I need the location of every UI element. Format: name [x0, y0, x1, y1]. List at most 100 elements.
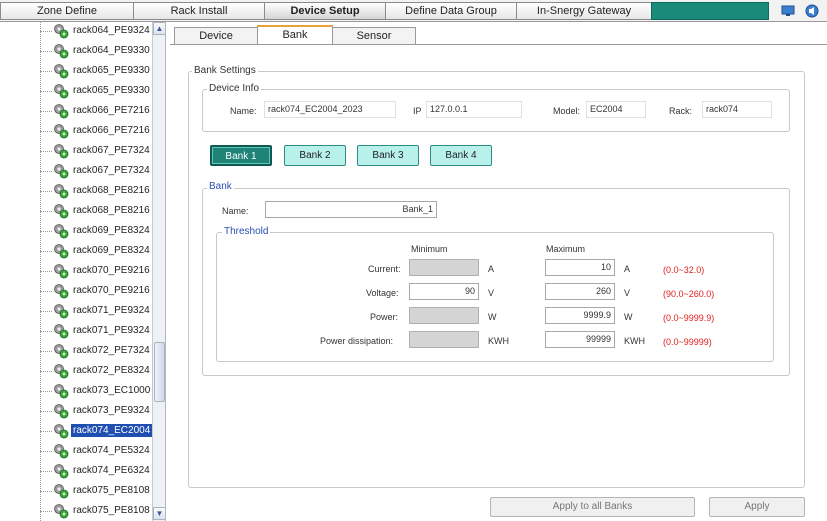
tree-item-20[interactable]: rack074_EC2004 — [40, 422, 153, 440]
tree-branch-line — [40, 471, 52, 472]
tree-item-14[interactable]: rack071_PE9324 — [40, 302, 152, 320]
tree-branch-line — [40, 351, 52, 352]
model-label: Model: — [553, 106, 581, 116]
tree-item-17[interactable]: rack072_PE8324 — [40, 362, 152, 380]
tree-item-1[interactable]: rack064_PE9330 — [40, 42, 152, 60]
voltage-label: Voltage: — [366, 288, 399, 298]
device-gear-icon — [54, 264, 69, 279]
power-label: Power: — [370, 312, 399, 322]
tree-branch-line — [40, 371, 52, 372]
tab-device[interactable]: Device — [174, 27, 258, 44]
device-gear-icon — [54, 224, 69, 239]
apply-button[interactable]: Apply — [709, 497, 805, 517]
voltage-min-input[interactable]: 90 — [409, 283, 479, 300]
rack-field: rack074 — [702, 101, 772, 118]
power-dissipation-max-unit: KWH — [624, 336, 645, 346]
tree-branch-line — [40, 71, 52, 72]
tree-item-label: rack066_PE7216 — [73, 125, 150, 136]
tree-branch-line — [40, 251, 52, 252]
tree-scrollbar[interactable]: ▲ ▼ — [152, 22, 165, 521]
tree-branch-line — [40, 51, 52, 52]
monitor-icon[interactable] — [781, 4, 795, 18]
tree-branch-line — [40, 171, 52, 172]
top-menu-bar: Zone Define Rack Install Device Setup De… — [0, 0, 827, 22]
tree-item-13[interactable]: rack070_PE9216 — [40, 282, 152, 300]
tree-branch-line — [40, 391, 52, 392]
power-dissipation-max-input[interactable]: 99999 — [545, 331, 615, 348]
current-range: (0.0~32.0) — [663, 265, 705, 275]
tree-item-18[interactable]: rack073_EC1000 — [40, 382, 152, 400]
tree-branch-line — [40, 451, 52, 452]
menu-rack-install[interactable]: Rack Install — [133, 2, 265, 20]
tree-item-7[interactable]: rack067_PE7324 — [40, 162, 152, 180]
device-gear-icon — [54, 44, 69, 59]
device-info-title: Device Info — [207, 83, 262, 94]
tree-item-16[interactable]: rack072_PE7324 — [40, 342, 152, 360]
tree-item-label: rack075_PE8108 — [73, 505, 150, 516]
bank-1-button[interactable]: Bank 1 — [210, 145, 272, 166]
device-gear-icon — [54, 144, 69, 159]
tree-item-8[interactable]: rack068_PE8216 — [40, 182, 152, 200]
power-min-input — [409, 307, 479, 324]
tree-item-label: rack069_PE8324 — [73, 225, 150, 236]
current-label: Current: — [368, 264, 401, 274]
voltage-max-input[interactable]: 260 — [545, 283, 615, 300]
device-gear-icon — [54, 84, 69, 99]
tree-item-9[interactable]: rack068_PE8216 — [40, 202, 152, 220]
tree-item-label: rack074_EC2004 — [71, 424, 153, 437]
tree-item-11[interactable]: rack069_PE8324 — [40, 242, 152, 260]
tree-item-label: rack072_PE7324 — [73, 345, 150, 356]
tree-item-0[interactable]: rack064_PE9324 — [40, 22, 152, 40]
device-gear-icon — [54, 104, 69, 119]
device-gear-icon — [54, 164, 69, 179]
tree-item-12[interactable]: rack070_PE9216 — [40, 262, 152, 280]
tree-item-label: rack074_PE5324 — [73, 445, 150, 456]
tree-branch-line — [40, 291, 52, 292]
tree-item-label: rack066_PE7216 — [73, 105, 150, 116]
tree-item-2[interactable]: rack065_PE9330 — [40, 62, 152, 80]
bank-3-button[interactable]: Bank 3 — [357, 145, 419, 166]
menu-in-snergy-gateway[interactable]: In-Snergy Gateway — [516, 2, 652, 20]
tree-item-19[interactable]: rack073_PE9324 — [40, 402, 152, 420]
threshold-title: Threshold — [222, 226, 271, 237]
tree-item-23[interactable]: rack075_PE8108 — [40, 482, 152, 500]
power-max-input[interactable]: 9999.9 — [545, 307, 615, 324]
device-gear-icon — [54, 484, 69, 499]
tab-sensor[interactable]: Sensor — [332, 27, 416, 44]
tree-item-24[interactable]: rack075_PE8108 — [40, 502, 152, 520]
bank-4-button[interactable]: Bank 4 — [430, 145, 492, 166]
scroll-up-icon[interactable]: ▲ — [153, 22, 165, 35]
tree-item-4[interactable]: rack066_PE7216 — [40, 102, 152, 120]
tree-item-15[interactable]: rack071_PE9324 — [40, 322, 152, 340]
power-max-unit: W — [624, 312, 633, 322]
tree-item-22[interactable]: rack074_PE6324 — [40, 462, 152, 480]
tree-branch-line — [40, 431, 52, 432]
device-gear-icon — [54, 244, 69, 259]
menu-zone-define[interactable]: Zone Define — [0, 2, 134, 20]
tree-branch-line — [40, 111, 52, 112]
bank-2-button[interactable]: Bank 2 — [284, 145, 346, 166]
tree-item-label: rack064_PE9324 — [73, 25, 150, 36]
tab-bank[interactable]: Bank — [257, 25, 333, 44]
tree-item-3[interactable]: rack065_PE9330 — [40, 82, 152, 100]
tree-item-10[interactable]: rack069_PE8324 — [40, 222, 152, 240]
sound-icon[interactable] — [805, 4, 819, 18]
current-max-input[interactable]: 10 — [545, 259, 615, 276]
tree-item-6[interactable]: rack067_PE7324 — [40, 142, 152, 160]
device-gear-icon — [54, 384, 69, 399]
tree-item-label: rack074_PE6324 — [73, 465, 150, 476]
apply-to-all-banks-button[interactable]: Apply to all Banks — [490, 497, 695, 517]
tree-item-21[interactable]: rack074_PE5324 — [40, 442, 152, 460]
tree-item-label: rack070_PE9216 — [73, 265, 150, 276]
device-gear-icon — [54, 504, 69, 519]
power-range: (0.0~9999.9) — [663, 313, 715, 323]
bank-group-title: Bank — [207, 181, 234, 192]
tree-item-5[interactable]: rack066_PE7216 — [40, 122, 152, 140]
menu-device-setup[interactable]: Device Setup — [264, 2, 386, 20]
scroll-down-icon[interactable]: ▼ — [153, 507, 165, 520]
menu-define-data-group[interactable]: Define Data Group — [385, 2, 517, 20]
scroll-thumb[interactable] — [154, 342, 165, 402]
bank-name-input[interactable]: Bank_1 — [265, 201, 437, 218]
tree-item-label: rack067_PE7324 — [73, 145, 150, 156]
device-gear-icon — [54, 64, 69, 79]
